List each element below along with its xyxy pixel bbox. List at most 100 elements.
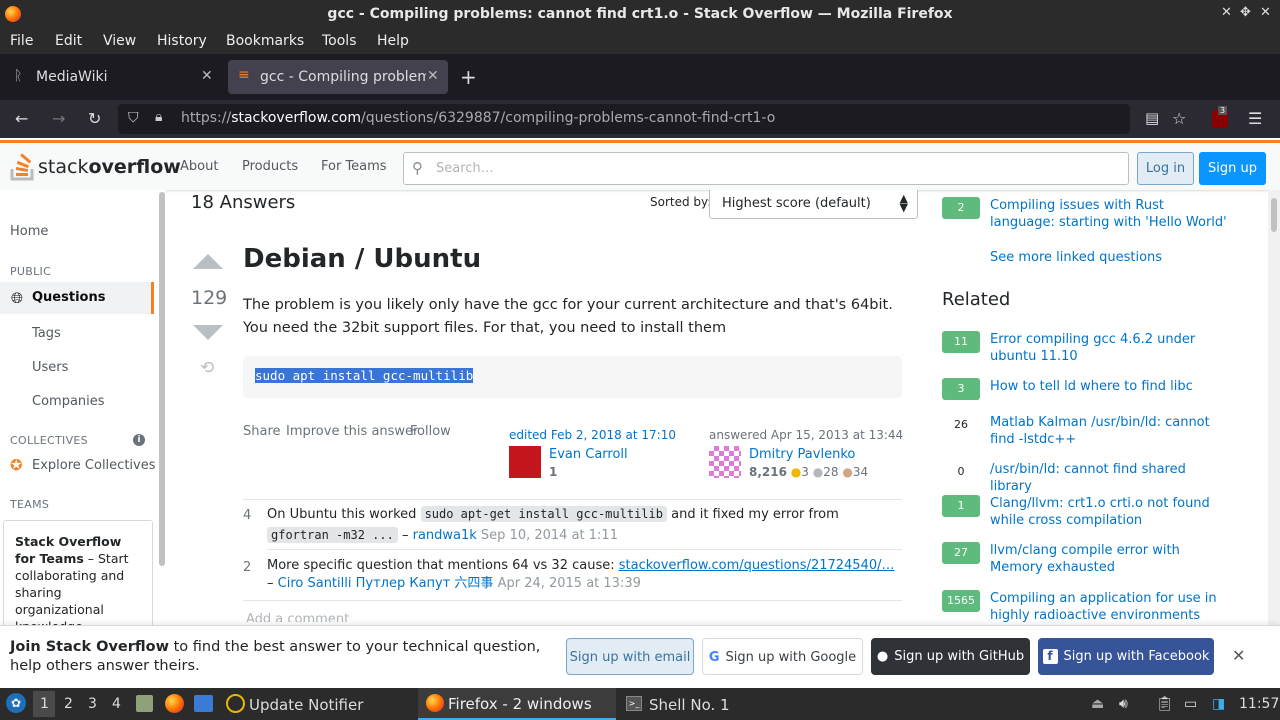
tab-stackoverflow[interactable]: ≡ gcc - Compiling problems: cannot find … bbox=[228, 60, 448, 94]
nav-products[interactable]: Products bbox=[242, 159, 298, 174]
follow-link[interactable]: Follow bbox=[410, 424, 451, 439]
editor-name[interactable]: Evan Carroll bbox=[549, 447, 628, 462]
question-title[interactable]: Compiling an application for use in high… bbox=[990, 590, 1230, 622]
globe-icon: 🌐︎ bbox=[11, 289, 24, 307]
question-title[interactable]: Matlab Kalman /usr/bin/ld: cannot find -… bbox=[990, 414, 1230, 448]
shell-icon: >_ bbox=[626, 696, 642, 711]
comment-date: Apr 24, 2015 at 13:39 bbox=[493, 576, 641, 591]
edited-date[interactable]: edited Feb 2, 2018 at 17:10 bbox=[509, 428, 676, 442]
menu-file[interactable]: File bbox=[10, 33, 33, 49]
code-text[interactable]: sudo apt install gcc-multilib bbox=[255, 368, 474, 383]
lock-icon[interactable]: 🔒︎ bbox=[155, 109, 162, 125]
task-update-notifier[interactable]: Update Notifier bbox=[249, 696, 363, 714]
login-button[interactable]: Log in bbox=[1137, 152, 1194, 185]
close-tab-icon[interactable]: ✕ bbox=[427, 68, 439, 84]
comment-user[interactable]: Ciro Santilli Путлер Капут 六四事 bbox=[278, 576, 494, 591]
upvote-icon[interactable] bbox=[192, 252, 224, 270]
question-title[interactable]: Clang/llvm: crt1.o crti.o not found whil… bbox=[990, 495, 1230, 529]
terminal-launcher-icon[interactable] bbox=[194, 695, 213, 712]
author-name[interactable]: Dmitry Pavlenko bbox=[749, 447, 855, 462]
window-titlebar: gcc - Compiling problems: cannot find cr… bbox=[0, 0, 1280, 29]
url-text[interactable]: https://stackoverflow.com/questions/6329… bbox=[181, 110, 775, 126]
sidebar-item-companies[interactable]: Companies bbox=[32, 394, 105, 409]
close-tab-icon[interactable]: ✕ bbox=[201, 68, 213, 84]
author-avatar[interactable] bbox=[709, 446, 741, 478]
sidebar-item-explore-collectives[interactable]: Explore Collectives bbox=[32, 458, 156, 473]
see-more-linked-link[interactable]: See more linked questions bbox=[990, 250, 1162, 265]
forward-icon[interactable]: → bbox=[52, 109, 65, 128]
workspace-2[interactable]: 2 bbox=[64, 696, 73, 712]
menu-history[interactable]: History bbox=[157, 33, 207, 49]
comment-text: and it fixed my error from bbox=[666, 507, 839, 522]
tab-label: MediaWiki bbox=[36, 69, 108, 85]
button-label: Sign up with GitHub bbox=[894, 649, 1025, 664]
sidebar-item-tags[interactable]: Tags bbox=[32, 326, 61, 341]
answer-heading: Debian / Ubuntu bbox=[243, 244, 482, 274]
info-icon[interactable]: i bbox=[133, 434, 145, 446]
signup-email-button[interactable]: Sign up with email bbox=[566, 638, 694, 675]
start-menu-icon[interactable]: ✿ bbox=[6, 693, 26, 713]
history-icon[interactable]: ⟲ bbox=[200, 358, 214, 378]
mediawiki-icon: ᚱ bbox=[14, 68, 23, 84]
file-manager-icon[interactable] bbox=[136, 695, 153, 712]
workspace-4[interactable]: 4 bbox=[112, 696, 121, 712]
reload-icon[interactable]: ↻ bbox=[88, 109, 101, 128]
button-label: Sign up with Google bbox=[725, 650, 857, 665]
maximize-icon[interactable]: ✥ bbox=[1240, 5, 1251, 20]
bookmark-star-icon[interactable]: ☆ bbox=[1172, 109, 1186, 128]
workspace-1[interactable]: 1 bbox=[40, 696, 49, 712]
nav-for-teams[interactable]: For Teams bbox=[321, 159, 387, 174]
signup-github-button[interactable]: ● Sign up with GitHub bbox=[871, 638, 1030, 675]
left-scrollbar[interactable] bbox=[158, 190, 166, 622]
downvote-icon[interactable] bbox=[192, 324, 224, 342]
share-link[interactable]: Share bbox=[243, 424, 281, 439]
sidebar-item-users[interactable]: Users bbox=[32, 360, 68, 375]
page-scrollbar[interactable] bbox=[1268, 190, 1280, 625]
search-input[interactable]: ⚲ Search… bbox=[403, 152, 1129, 185]
question-title[interactable]: /usr/bin/ld: cannot find shared library bbox=[990, 461, 1230, 495]
menu-edit[interactable]: Edit bbox=[55, 33, 82, 49]
nav-about[interactable]: About bbox=[180, 159, 218, 174]
menu-view[interactable]: View bbox=[103, 33, 136, 49]
workspace-3[interactable]: 3 bbox=[88, 696, 97, 712]
reader-view-icon[interactable]: ▤ bbox=[1145, 109, 1159, 127]
comment-link[interactable]: stackoverflow.com/questions/21724540/… bbox=[619, 558, 895, 573]
network-icon[interactable]: ◨ bbox=[1212, 696, 1225, 712]
tracking-shield-icon[interactable]: ⛉ bbox=[128, 110, 139, 126]
question-title[interactable]: llvm/clang compile error with Memory exh… bbox=[990, 542, 1230, 576]
back-icon[interactable]: ← bbox=[15, 109, 28, 128]
signup-button[interactable]: Sign up bbox=[1199, 152, 1266, 185]
menu-bookmarks[interactable]: Bookmarks bbox=[226, 33, 304, 49]
code-block: sudo apt install gcc-multilib bbox=[243, 356, 902, 398]
menu-tools[interactable]: Tools bbox=[322, 33, 357, 49]
close-window-icon[interactable]: ✕ bbox=[1260, 5, 1271, 20]
sidebar-item-home[interactable]: Home bbox=[10, 224, 48, 239]
volume-icon[interactable]: 🔊︎ bbox=[1119, 696, 1128, 712]
sidebar-item-questions[interactable]: 🌐︎ Questions bbox=[0, 282, 154, 314]
signup-google-button[interactable]: G Sign up with Google bbox=[702, 638, 863, 675]
hamburger-menu-icon[interactable]: ☰ bbox=[1248, 109, 1262, 128]
improve-answer-link[interactable]: Improve this answer bbox=[286, 424, 418, 439]
minimize-icon[interactable]: ✕ bbox=[1221, 5, 1232, 20]
firefox-launcher-icon[interactable] bbox=[165, 694, 184, 713]
close-banner-icon[interactable]: ✕ bbox=[1232, 646, 1245, 665]
question-title[interactable]: Compiling issues with Rust language: sta… bbox=[990, 197, 1230, 231]
comment-user[interactable]: randwa1k bbox=[413, 528, 477, 543]
sort-select[interactable]: Highest score (default) ▲ ▼ bbox=[709, 190, 918, 219]
question-title[interactable]: Error compiling gcc 4.6.2 under ubuntu 1… bbox=[990, 331, 1230, 365]
question-title[interactable]: How to tell ld where to find libc bbox=[990, 378, 1230, 395]
tab-mediawiki[interactable]: ᚱ MediaWiki ✕ bbox=[4, 60, 222, 94]
task-firefox[interactable]: Firefox - 2 windows bbox=[418, 688, 616, 720]
bronze-badge-count: 34 bbox=[852, 465, 869, 479]
signup-facebook-button[interactable]: f Sign up with Facebook bbox=[1038, 638, 1214, 675]
clipboard-icon[interactable]: 📋︎ bbox=[1156, 696, 1174, 712]
so-logo[interactable]: stackoverflow bbox=[10, 151, 181, 185]
display-icon[interactable]: ▭ bbox=[1184, 696, 1197, 712]
editor-avatar[interactable] bbox=[509, 446, 541, 478]
task-shell[interactable]: Shell No. 1 bbox=[649, 696, 730, 714]
add-comment-link[interactable]: Add a comment bbox=[246, 612, 349, 622]
task-label: Firefox - 2 windows bbox=[448, 695, 592, 713]
new-tab-icon[interactable]: + bbox=[460, 65, 477, 89]
menu-help[interactable]: Help bbox=[377, 33, 409, 49]
tray-eject-icon[interactable]: ⏏ bbox=[1091, 696, 1104, 712]
